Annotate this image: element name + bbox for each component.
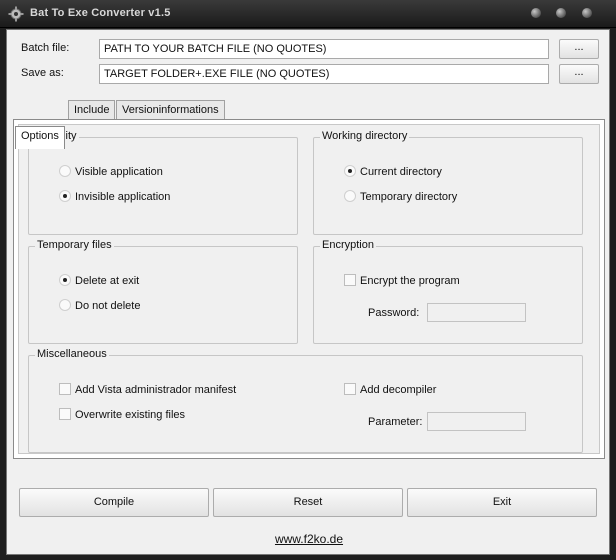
exit-button[interactable]: Exit xyxy=(407,488,597,517)
website-link[interactable]: www.f2ko.de xyxy=(7,532,611,546)
temporary-files-group: Temporary files Delete at exit Do not de… xyxy=(28,239,298,344)
save-as-label: Save as: xyxy=(21,67,64,79)
checkbox-indicator[interactable] xyxy=(59,408,71,420)
title-bar[interactable]: Bat To Exe Converter v1.5 xyxy=(0,0,616,28)
current-directory-radio[interactable]: Current directory xyxy=(344,165,442,178)
radio-indicator[interactable] xyxy=(344,190,356,202)
overwrite-files-checkbox[interactable]: Overwrite existing files xyxy=(59,408,185,421)
main-window: Batch file: PATH TO YOUR BATCH FILE (NO … xyxy=(6,29,610,555)
invisible-application-radio[interactable]: Invisible application xyxy=(59,190,170,203)
encryption-title: Encryption xyxy=(320,239,376,251)
encryption-group: Encryption Encrypt the program Password: xyxy=(313,239,583,344)
tab-include[interactable]: Include xyxy=(68,100,116,120)
radio-indicator[interactable] xyxy=(59,190,71,202)
temporary-files-title: Temporary files xyxy=(35,239,114,251)
do-not-delete-radio[interactable]: Do not delete xyxy=(59,299,140,312)
checkbox-indicator[interactable] xyxy=(59,383,71,395)
parameter-input[interactable] xyxy=(427,412,526,431)
visible-application-radio[interactable]: Visible application xyxy=(59,165,163,178)
radio-indicator[interactable] xyxy=(59,165,71,177)
save-as-input[interactable]: TARGET FOLDER+.EXE FILE (NO QUOTES) xyxy=(99,64,549,84)
temporary-directory-radio[interactable]: Temporary directory xyxy=(344,190,457,203)
browse-batch-button[interactable]: ... xyxy=(559,39,599,59)
radio-indicator[interactable] xyxy=(344,165,356,177)
working-directory-group: Working directory Current directory Temp… xyxy=(313,130,583,235)
password-label: Password: xyxy=(368,307,420,319)
visibility-group: Visibility Visible application Invisible… xyxy=(28,130,298,235)
gear-icon xyxy=(8,6,24,22)
batch-file-input[interactable]: PATH TO YOUR BATCH FILE (NO QUOTES) xyxy=(99,39,549,59)
tab-versioninformations[interactable]: Versioninformations xyxy=(116,100,225,120)
compile-button[interactable]: Compile xyxy=(19,488,209,517)
working-directory-title: Working directory xyxy=(320,130,410,142)
minimize-button[interactable] xyxy=(531,8,541,18)
close-button[interactable] xyxy=(582,8,592,18)
options-panel-inner: Visibility Visible application Invisible… xyxy=(18,124,600,454)
miscellaneous-group: Miscellaneous Add Vista administrador ma… xyxy=(28,348,583,453)
browse-save-button[interactable]: ... xyxy=(559,64,599,84)
radio-indicator[interactable] xyxy=(59,299,71,311)
tab-options[interactable]: Options xyxy=(15,126,65,149)
batch-file-label: Batch file: xyxy=(21,42,70,54)
encrypt-program-checkbox[interactable]: Encrypt the program xyxy=(344,274,460,287)
delete-at-exit-radio[interactable]: Delete at exit xyxy=(59,274,139,287)
window-title: Bat To Exe Converter v1.5 xyxy=(30,7,171,19)
checkbox-indicator[interactable] xyxy=(344,383,356,395)
add-decompiler-checkbox[interactable]: Add decompiler xyxy=(344,383,436,396)
radio-indicator[interactable] xyxy=(59,274,71,286)
parameter-label: Parameter: xyxy=(368,416,423,428)
vista-manifest-checkbox[interactable]: Add Vista administrador manifest xyxy=(59,383,236,396)
options-panel: Visibility Visible application Invisible… xyxy=(13,119,605,459)
checkbox-indicator[interactable] xyxy=(344,274,356,286)
maximize-button[interactable] xyxy=(556,8,566,18)
password-input[interactable] xyxy=(427,303,526,322)
reset-button[interactable]: Reset xyxy=(213,488,403,517)
miscellaneous-title: Miscellaneous xyxy=(35,348,109,360)
